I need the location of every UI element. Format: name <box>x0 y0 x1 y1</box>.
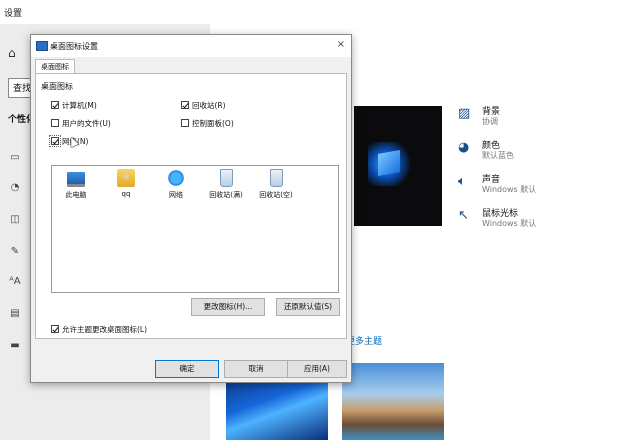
checkbox-box[interactable] <box>51 119 59 127</box>
list-item[interactable]: qq <box>106 169 146 198</box>
pen-icon[interactable]: ✎ <box>8 246 22 258</box>
desktop-icon <box>36 41 48 51</box>
dialog-titlebar[interactable]: 桌面图标设置 × <box>31 35 351 57</box>
dialog-title: 桌面图标设置 <box>50 42 98 51</box>
tab-panel: 桌面图标 计算机(M) 回收站(R) 用户的文件(U) 控制面板(O) 网络(N… <box>35 73 347 339</box>
user-folder-icon <box>117 169 135 187</box>
tab-desktop-icons[interactable]: 桌面图标 <box>35 59 75 74</box>
checkbox-user-files[interactable]: 用户的文件(U) <box>51 118 111 129</box>
restore-default-button[interactable]: 还原默认值(S) <box>276 298 340 316</box>
change-icon-button[interactable]: 更改图标(H)... <box>191 298 265 316</box>
close-icon[interactable]: × <box>337 39 345 50</box>
checkbox-box[interactable] <box>51 101 59 109</box>
image-icon[interactable]: ▭ <box>8 152 22 164</box>
recycle-bin-full-icon <box>219 169 233 187</box>
checkbox-box[interactable] <box>181 119 189 127</box>
start-icon[interactable]: ▤ <box>8 308 22 320</box>
cancel-button[interactable]: 取消 <box>224 360 288 378</box>
recycle-bin-empty-icon <box>269 169 283 187</box>
list-item[interactable]: 回收站(满) <box>206 169 246 200</box>
apply-button[interactable]: 应用(A) <box>287 360 347 378</box>
speaker-icon: 🔈︎ <box>458 174 466 189</box>
taskbar-icon[interactable]: ▬ <box>8 340 22 352</box>
group-label: 桌面图标 <box>41 82 73 91</box>
checkbox-box[interactable] <box>49 135 61 147</box>
list-item[interactable]: 回收站(空) <box>256 169 296 200</box>
cursor-icon: ↖ <box>458 208 469 223</box>
home-icon[interactable]: ⌂ <box>8 46 22 60</box>
desktop-icon-settings-dialog: 桌面图标设置 × 桌面图标 桌面图标 计算机(M) 回收站(R) 用户的文件(U… <box>30 34 352 383</box>
checkbox-control-panel[interactable]: 控制面板(O) <box>181 118 234 129</box>
network-icon <box>167 169 185 187</box>
list-item[interactable]: 网络 <box>156 169 196 200</box>
checkbox-recycle-bin[interactable]: 回收站(R) <box>181 100 226 111</box>
settings-window-title: 设置 <box>4 9 23 19</box>
ok-button[interactable]: 确定 <box>155 360 219 378</box>
window-icon[interactable]: ◫ <box>8 214 22 226</box>
palette-icon: ◕ <box>458 140 470 155</box>
font-icon[interactable]: ᴬA <box>8 276 22 288</box>
checkbox-box[interactable] <box>51 325 59 333</box>
computer-icon <box>67 172 85 187</box>
checkbox-box[interactable] <box>181 101 189 109</box>
palette-icon[interactable]: ◔ <box>8 182 22 194</box>
list-item[interactable]: 此电脑 <box>56 169 96 200</box>
theme-preview <box>354 106 442 226</box>
theme-thumbnail[interactable] <box>342 363 444 440</box>
checkbox-allow-themes[interactable]: 允许主题更改桌面图标(L) <box>51 324 147 335</box>
picture-icon: ▨ <box>458 106 471 121</box>
checkbox-computer[interactable]: 计算机(M) <box>51 100 97 111</box>
desktop-icon-list[interactable]: 此电脑 qq 网络 回收站(满) 回收站(空) <box>51 165 339 293</box>
